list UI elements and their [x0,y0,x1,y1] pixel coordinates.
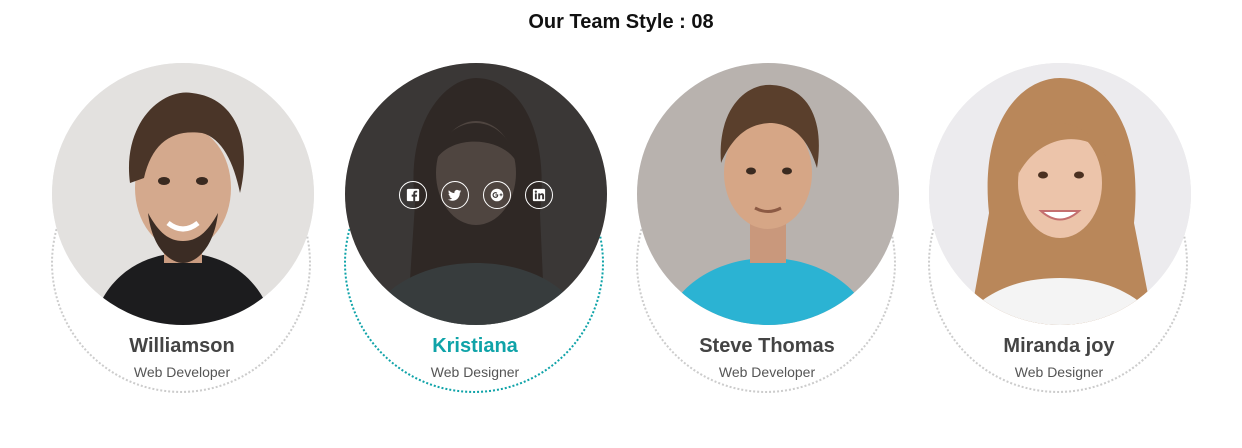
team-member-card-williamson[interactable]: Williamson Web Developer [51,0,315,448]
team-member-card-steve-thomas[interactable]: Steve Thomas Web Developer [636,0,900,448]
member-name: Steve Thomas [699,335,835,357]
member-photo[interactable] [345,63,607,325]
member-name: Miranda joy [1003,335,1115,357]
twitter-icon[interactable] [441,181,469,209]
member-role: Web Developer [133,364,231,380]
member-role: Web Designer [1014,364,1104,380]
facebook-icon[interactable] [399,181,427,209]
member-photo[interactable] [929,63,1191,325]
man-portrait-image [52,63,314,325]
woman-portrait-image [929,63,1191,325]
man-portrait-image [637,63,899,325]
member-photo[interactable] [52,63,314,325]
member-role: Web Designer [430,364,520,380]
linkedin-icon[interactable] [525,181,553,209]
team-member-card-miranda-joy[interactable]: Miranda joy Web Designer [928,0,1192,448]
social-links [345,181,607,209]
member-photo[interactable] [637,63,899,325]
member-name: Kristiana [432,335,518,357]
team-member-card-kristiana[interactable]: Kristiana Web Designer [344,0,608,448]
member-role: Web Developer [718,364,816,380]
member-name: Williamson [129,335,235,357]
google-plus-icon[interactable] [483,181,511,209]
